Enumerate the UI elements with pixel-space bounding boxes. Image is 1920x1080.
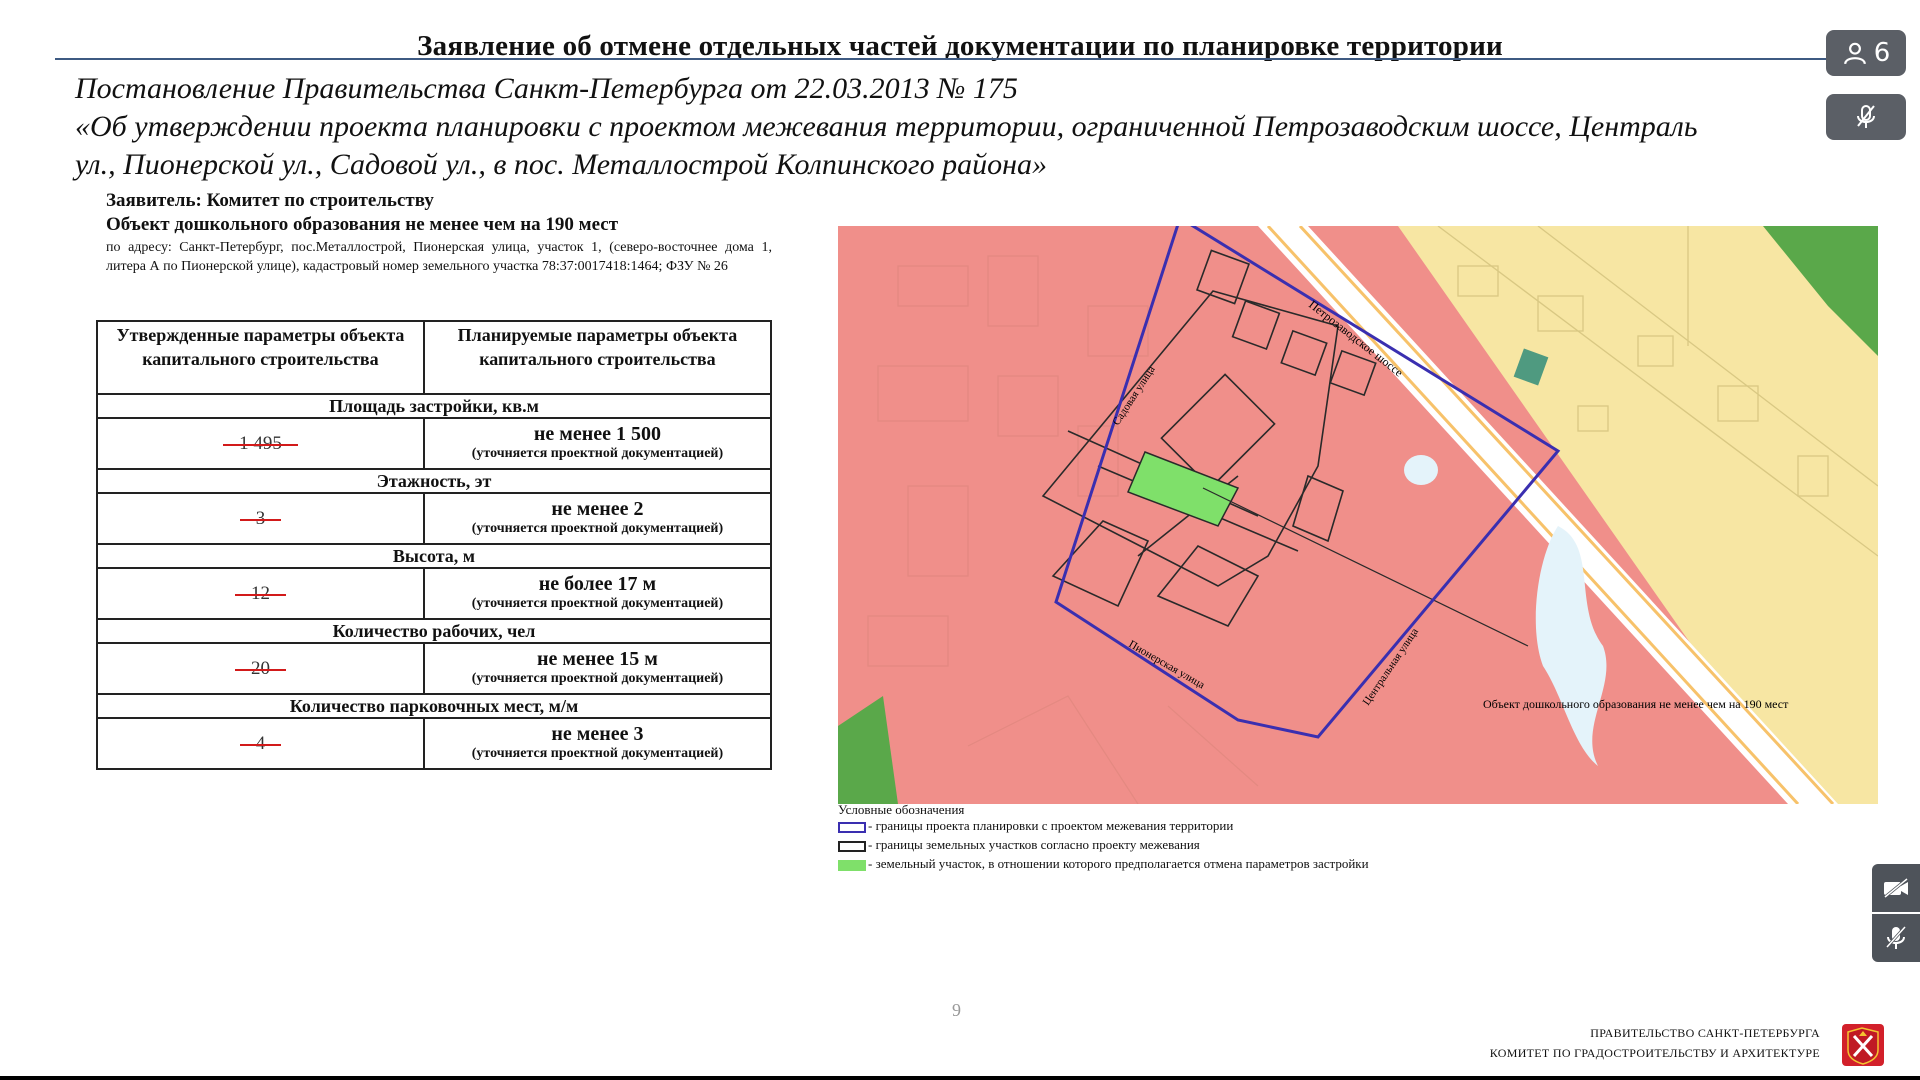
camera-toggle-button[interactable]: [1872, 864, 1920, 912]
section-title: Высота, м: [96, 543, 772, 569]
section-title: Количество парковочных мест, м/м: [96, 693, 772, 719]
subtitle-line-2: «Об утверждении проекта планировки с про…: [75, 110, 1698, 143]
legend-item: - границы проекта планировки с проектом …: [838, 818, 1233, 834]
microphone-toggle-button[interactable]: [1872, 914, 1920, 962]
map-callout-label: Объект дошкольного образования не менее …: [1483, 697, 1789, 711]
old-value: 20: [234, 657, 286, 679]
camera-off-icon: [1884, 877, 1908, 899]
mic-toggle-button[interactable]: [1826, 94, 1906, 140]
new-value: не более 17 м: [538, 572, 657, 595]
participants-count: 6: [1873, 38, 1891, 68]
section-title: Этажность, эт: [96, 468, 772, 494]
old-value: 12: [234, 582, 286, 604]
legend-swatch-plot: [838, 859, 866, 871]
table-row: 3 не менее 2 (уточняется проектной докуме…: [96, 492, 773, 545]
microphone-off-icon: [1885, 925, 1907, 949]
value-note: (уточняется проектной документацией): [471, 745, 724, 761]
title-underline: [55, 58, 1845, 60]
new-value: не менее 15 м: [537, 647, 658, 670]
new-value: не менее 1 500: [533, 422, 662, 445]
person-icon: [1843, 42, 1866, 65]
legend-swatch-boundary: [838, 821, 866, 833]
new-value: не менее 2: [551, 497, 644, 520]
old-value: 4: [240, 732, 280, 754]
object-label: Объект дошкольного образования не менее …: [106, 214, 619, 235]
subtitle-line-1: Постановление Правительства Санкт-Петерб…: [75, 72, 1018, 105]
old-value: 1 495: [223, 432, 298, 454]
legend-item: - земельный участок, в отношении которог…: [838, 856, 1369, 872]
applicant-label: Заявитель: Комитет по строительству: [106, 190, 434, 211]
microphone-muted-icon: [1857, 105, 1875, 128]
new-value: не менее 3: [551, 722, 644, 745]
header-approved: Утвержденные параметры объекта капитальн…: [96, 320, 425, 395]
footer-government: ПРАВИТЕЛЬСТВО САНКТ-ПЕТЕРБУРГА: [1590, 1026, 1820, 1040]
legend-swatch-parcel: [838, 840, 866, 852]
page-number: 9: [952, 1000, 961, 1020]
table-header-row: Утвержденные параметры объекта капитальн…: [96, 320, 773, 395]
old-value: 3: [240, 507, 280, 529]
table-row: 20 не менее 15 м (уточняется проектной до…: [96, 642, 773, 695]
planning-map: Петрозаводское шоссе Садовая улица Пионе…: [838, 226, 1878, 804]
legend-item: - границы земельных участков согласно пр…: [838, 837, 1200, 853]
legend-title: Условные обозначения: [838, 802, 965, 817]
object-address: по адресу: Санкт-Петербург, пос.Металлос…: [106, 240, 772, 274]
section-title: Площадь застройки, кв.м: [96, 393, 772, 419]
table-row: 1 495 не менее 1 500 (уточняется проектно…: [96, 417, 773, 470]
spb-emblem-icon: [1842, 1024, 1884, 1066]
header-planned: Планируемые параметры объекта капитально…: [422, 320, 773, 395]
subtitle-line-3: ул., Пионерской ул., Садовой ул., в пос.…: [75, 148, 1048, 181]
small-pond: [1404, 455, 1438, 485]
value-note: (уточняется проектной документацией): [471, 520, 724, 536]
section-title: Количество рабочих, чел: [96, 618, 772, 644]
parameters-table: Утвержденные параметры объекта капитальн…: [96, 320, 773, 770]
participants-button[interactable]: 6: [1826, 30, 1906, 76]
table-row: 4 не менее 3 (уточняется проектной докуме…: [96, 717, 773, 770]
value-note: (уточняется проектной документацией): [471, 445, 724, 461]
table-row: 12 не более 17 м (уточняется проектной до…: [96, 567, 773, 620]
value-note: (уточняется проектной документацией): [471, 595, 724, 611]
value-note: (уточняется проектной документацией): [471, 670, 724, 686]
bottom-edge: [0, 1076, 1920, 1080]
footer-committee: КОМИТЕТ ПО ГРАДОСТРОИТЕЛЬСТВУ И АРХИТЕКТ…: [1489, 1046, 1820, 1060]
